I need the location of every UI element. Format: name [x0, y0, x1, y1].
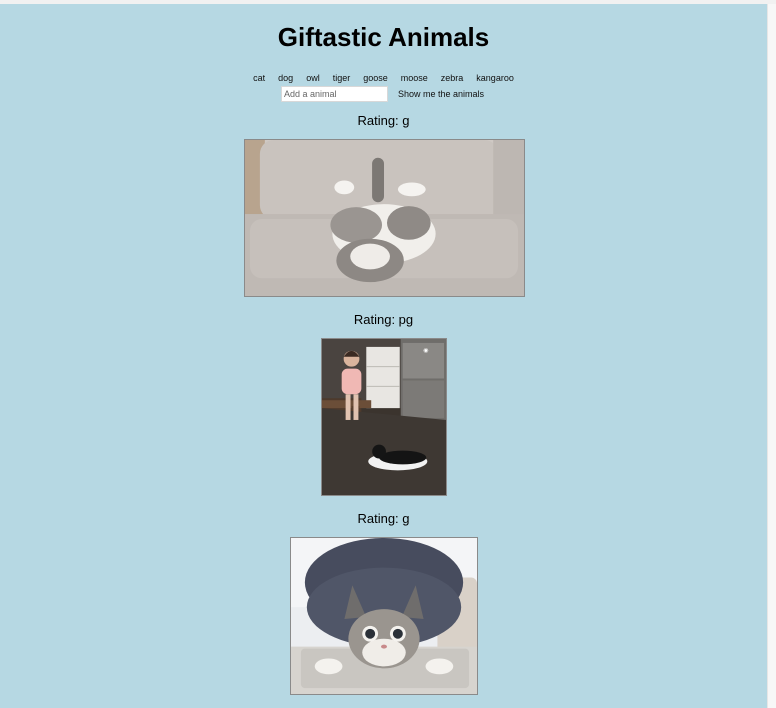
- add-animal-form: Show me the animals: [281, 86, 484, 102]
- animal-button-goose[interactable]: goose: [363, 73, 388, 83]
- cat-lying-on-back-gif: [244, 139, 525, 297]
- show-animals-button[interactable]: Show me the animals: [398, 89, 484, 99]
- animal-button-cat[interactable]: cat: [253, 73, 265, 83]
- animal-button-list: cat dog owl tiger goose moose zebra kang…: [0, 73, 767, 83]
- rating-label: Rating: pg: [353, 312, 414, 327]
- rating-label: Rating: g: [357, 113, 410, 128]
- animal-button-zebra[interactable]: zebra: [441, 73, 464, 83]
- page-body: Giftastic Animals cat dog owl tiger goos…: [0, 4, 767, 708]
- crouching-tabby-cat-gif: [290, 537, 478, 695]
- animal-button-moose[interactable]: moose: [401, 73, 428, 83]
- animal-button-tiger[interactable]: tiger: [333, 73, 351, 83]
- page-scrollbar[interactable]: [767, 4, 776, 708]
- toddler-and-cat-gif: ◉: [321, 338, 447, 496]
- animal-button-dog[interactable]: dog: [278, 73, 293, 83]
- rating-label: Rating: g: [357, 511, 410, 526]
- animal-button-owl[interactable]: owl: [306, 73, 320, 83]
- svg-text:◉: ◉: [423, 348, 428, 354]
- page-title: Giftastic Animals: [277, 22, 490, 52]
- animal-button-kangaroo[interactable]: kangaroo: [476, 73, 514, 83]
- add-animal-input[interactable]: [281, 86, 388, 102]
